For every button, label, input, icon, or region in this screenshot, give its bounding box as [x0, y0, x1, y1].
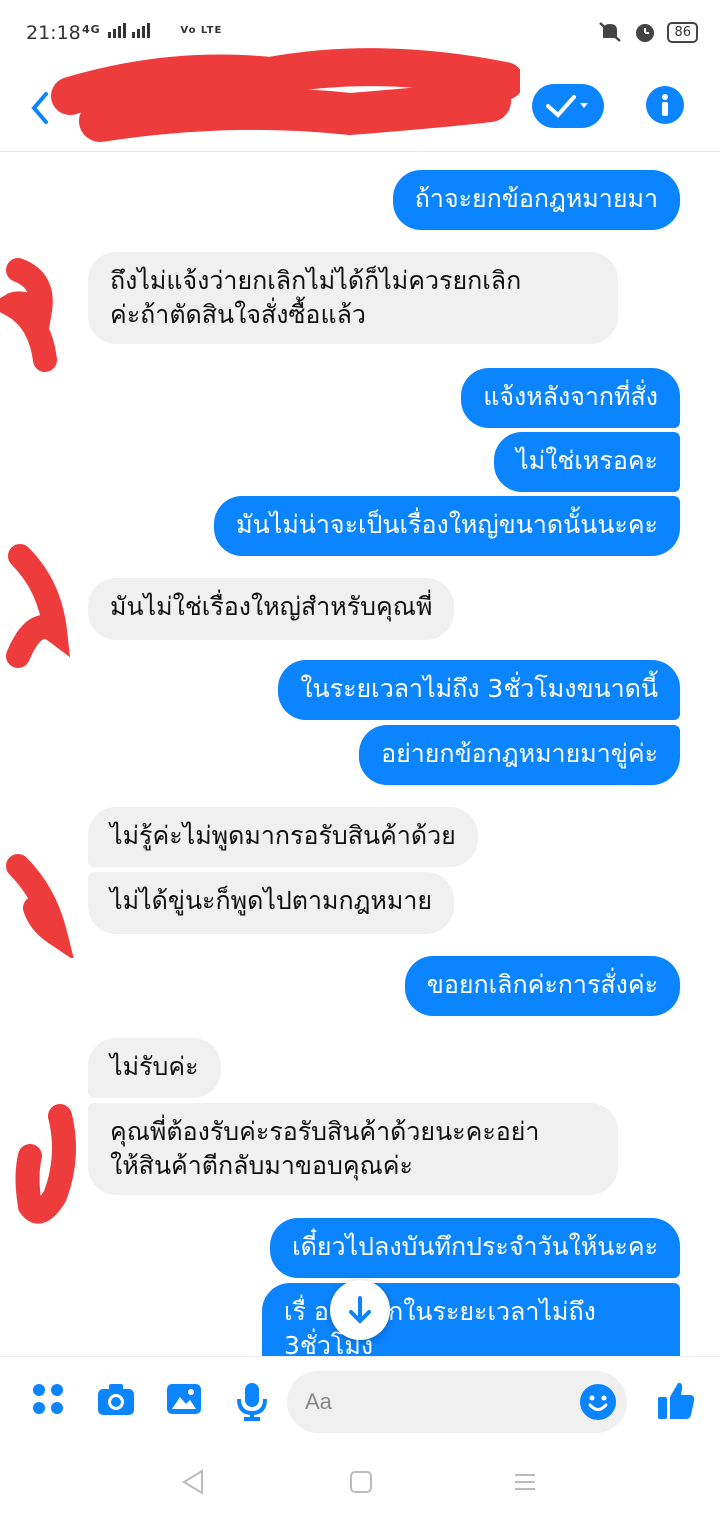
avatar-redaction-scribble	[6, 854, 74, 958]
status-right: 86	[597, 20, 698, 44]
battery-indicator: 86	[667, 21, 698, 43]
message-incoming[interactable]: ไม่ได้ขู่นะก็พูดไปตามกฎหมาย	[88, 872, 455, 934]
arrow-down-icon	[349, 1296, 371, 1324]
avatar-redaction-scribble	[6, 544, 70, 668]
check-icon	[546, 95, 588, 118]
mute-vibrate-icon	[599, 22, 622, 42]
nav-home-icon[interactable]	[348, 1468, 374, 1496]
message-incoming[interactable]: คุณพี่ต้องรับค่ะรอรับสินค้าด้วยนะคะอย่า …	[88, 1103, 618, 1195]
message-outgoing[interactable]: เดี๋ยวไปลงบันทึกประจำวันให้นะคะ	[270, 1218, 680, 1278]
network-indicator: 4G Vo LTE	[82, 22, 222, 38]
scroll-to-bottom-button[interactable]	[330, 1280, 390, 1340]
message-outgoing[interactable]: แจ้งหลังจากที่สั่ง	[461, 368, 680, 428]
message-outgoing[interactable]: อย่ายกข้อกฎหมายมาขู่ค่ะ	[359, 725, 680, 785]
message-outgoing[interactable]: เรื่ อง กเลิกในระยะเวลาไม่ถึง 3ชั่วโมง	[262, 1283, 680, 1356]
back-icon[interactable]	[28, 90, 52, 126]
camera-icon[interactable]	[96, 1381, 136, 1417]
thumbs-up-icon[interactable]	[656, 1379, 696, 1421]
message-input-container[interactable]	[287, 1371, 627, 1433]
message-outgoing[interactable]: มันไม่น่าจะเป็นเรื่องใหญ่ขนาดนั้นนะคะ	[214, 496, 680, 556]
nav-back-icon[interactable]	[180, 1468, 206, 1496]
message-incoming[interactable]: ไม่รู้ค่ะไม่พูดมากรอรับสินค้าด้วย	[88, 807, 478, 867]
nav-recents-icon[interactable]	[512, 1468, 538, 1496]
status-time: 21:18	[26, 22, 81, 44]
avatar-redaction-scribble	[15, 1104, 76, 1224]
avatar-redaction-scribble	[0, 258, 57, 372]
message-input[interactable]	[305, 1371, 565, 1433]
info-icon	[662, 94, 668, 116]
redaction-scribble	[51, 48, 520, 142]
message-incoming[interactable]: ไม่รับค่ะ	[88, 1038, 221, 1098]
info-button[interactable]	[646, 86, 684, 124]
message-outgoing[interactable]: ขอยกเลิกค่ะการสั่งค่ะ	[404, 956, 680, 1016]
message-composer	[0, 1356, 720, 1448]
emoji-icon[interactable]	[579, 1383, 617, 1421]
signal-icon	[107, 23, 150, 38]
gallery-icon[interactable]	[165, 1381, 203, 1417]
microphone-icon[interactable]	[235, 1381, 269, 1421]
message-incoming[interactable]: มันไม่ใช่เรื่องใหญ่สำหรับคุณพี่	[88, 578, 455, 640]
apps-icon[interactable]	[30, 1381, 66, 1417]
system-nav-bar	[0, 1448, 720, 1520]
network-type: 4G	[82, 23, 101, 36]
check-dropdown-button[interactable]	[532, 84, 604, 128]
volte-badge: Vo LTE	[180, 25, 223, 36]
message-outgoing[interactable]: ไม่ใช่เหรอคะ	[494, 432, 680, 492]
chat-header	[0, 48, 720, 152]
message-outgoing[interactable]: ในระยเวลาไม่ถึง 3ชั่วโมงขนาดนี้	[278, 660, 680, 720]
alarm-icon	[636, 24, 655, 42]
messenger-screen: 21:18 4G Vo LTE 86 ถ้าจะยกข้อกฎหมายมา ถึ…	[0, 0, 720, 1520]
message-outgoing[interactable]: ถ้าจะยกข้อกฎหมายมา	[392, 170, 680, 230]
message-incoming[interactable]: ถึงไม่แจ้งว่ายกเลิกไม่ได้ก็ไม่ควรยกเลิก …	[88, 252, 618, 344]
